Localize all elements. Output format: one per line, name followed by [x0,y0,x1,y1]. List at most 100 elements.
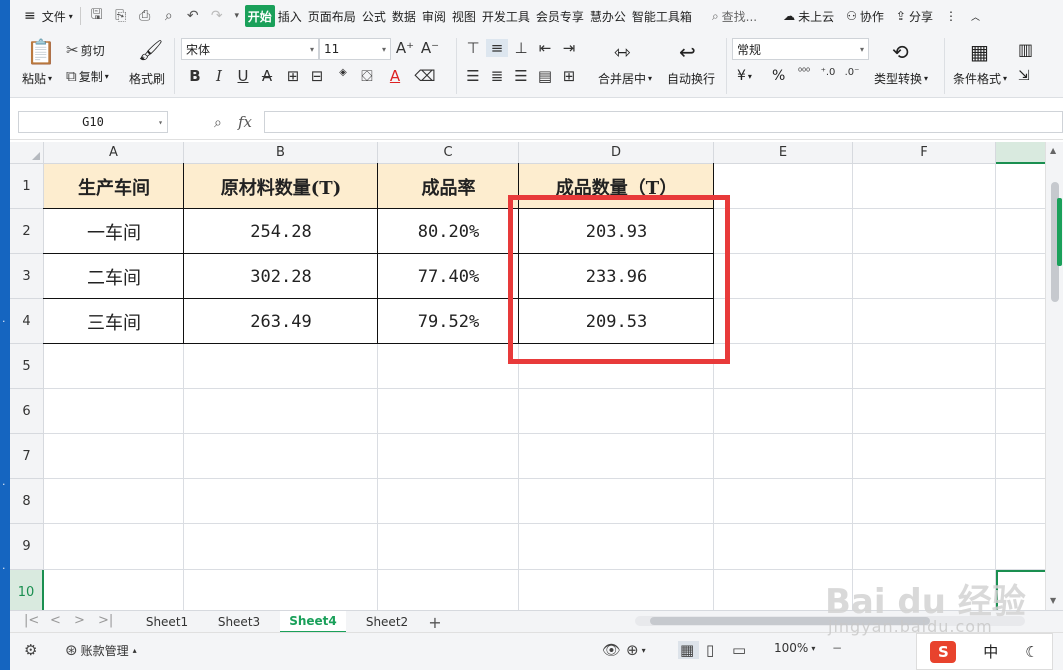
underline-icon[interactable]: U [232,67,254,85]
moon-icon[interactable]: ☾ [1025,643,1038,661]
column-header-f[interactable]: F [853,142,996,164]
share-button[interactable]: ⇪ 分享 [893,0,936,32]
eye-protect-icon[interactable]: 👁 [602,641,624,659]
clear-format-icon[interactable]: ⌫ [414,67,436,85]
borders-icon[interactable]: ⊞ [282,67,304,85]
scroll-thumb[interactable] [650,617,930,625]
table-cell[interactable]: 203.93 [519,209,714,254]
sheet-tab-active[interactable]: Sheet4 [280,611,346,633]
italic-icon[interactable]: I [208,67,230,85]
wrap-text-button[interactable]: 自动换行 [667,70,715,87]
decrease-font-icon[interactable]: A⁻ [419,39,441,57]
column-header-c[interactable]: C [378,142,519,164]
zoom-out-icon[interactable]: − [832,641,842,655]
print-preview-icon[interactable]: ⌕ [157,0,181,32]
font-name-select[interactable]: 宋体 ▾ [181,38,319,60]
font-color-icon[interactable]: A [384,67,406,85]
align-right-icon[interactable]: ☰ [510,67,532,85]
more-icon[interactable]: ⋮ [942,0,960,32]
cut-button[interactable]: ✂ 剪切 [66,41,105,59]
table-header-cell[interactable]: 生产车间 [44,164,184,209]
scroll-up-icon[interactable]: ▲ [1050,146,1056,155]
tab-formulas[interactable]: 公式 [359,0,389,32]
justify-icon[interactable]: ▤ [534,67,556,85]
column-header-a[interactable]: A [44,142,184,164]
increase-font-icon[interactable]: A⁺ [394,39,416,57]
decrease-indent-icon[interactable]: ⇤ [534,39,556,57]
paste-button[interactable]: 粘贴 ▾ [22,70,52,87]
tab-view[interactable]: 视图 [449,0,479,32]
table-cell[interactable]: 二车间 [44,254,184,299]
table-cell[interactable]: 77.40% [378,254,519,299]
sheet-tab[interactable]: Sheet2 [354,611,420,633]
name-box[interactable]: G10 ▾ [18,111,168,133]
table-cell[interactable]: 302.28 [184,254,378,299]
row-header-2[interactable]: 2 [10,209,44,254]
focus-mode-button[interactable]: ⊕ ▾ [626,641,646,659]
number-format-select[interactable]: 常规 ▾ [732,38,869,60]
column-header-b[interactable]: B [184,142,378,164]
cond-format-icon[interactable]: ▦ [970,40,989,64]
cell-format-icon[interactable]: ⇲ [1018,68,1030,84]
decrease-decimal-icon[interactable]: .0⁻ [841,67,863,78]
tab-huibangong[interactable]: 慧办公 [587,0,629,32]
account-manage-button[interactable]: ⊛ 账款管理 ▴ [65,641,137,659]
align-top-icon[interactable]: ⊤ [462,39,484,57]
file-menu[interactable]: 文件 ▾ [39,0,76,32]
fill-color-icon[interactable]: ⛋ [356,67,378,85]
strikethrough-icon[interactable]: A [256,67,278,85]
table-header-cell[interactable]: 成品率 [378,164,519,209]
tab-data[interactable]: 数据 [389,0,419,32]
tab-home[interactable]: 开始 [244,5,275,27]
row-header-3[interactable]: 3 [10,254,44,299]
table-header-cell[interactable]: 原材料数量(T) [184,164,378,209]
align-center-icon[interactable]: ≣ [486,67,508,85]
row-header-5[interactable]: 5 [10,344,44,389]
increase-decimal-icon[interactable]: ⁺.0 [817,67,839,78]
row-header-1[interactable]: 1 [10,164,44,209]
row-header-4[interactable]: 4 [10,299,44,344]
sheet-tab[interactable]: Sheet3 [206,611,272,633]
currency-button[interactable]: ¥ ▾ [737,68,752,84]
first-sheet-icon[interactable]: |< [24,613,39,628]
table-header-cell[interactable]: 成品数量（T） [519,164,714,209]
cloud-status[interactable]: ☁ 未上云 [780,0,837,32]
zoom-select[interactable]: 100% ▾ [774,641,815,655]
table-cell[interactable]: 263.49 [184,299,378,344]
font-size-select[interactable]: 11 ▾ [319,38,391,60]
format-painter-button[interactable]: 格式刷 [129,70,165,87]
select-all-corner[interactable] [10,142,44,164]
wrap-text-icon[interactable]: ↩ [679,40,696,64]
cond-format-button[interactable]: 条件格式 ▾ [953,70,1007,87]
tab-smart-toolbox[interactable]: 智能工具箱 [629,0,695,32]
table-cell[interactable]: 80.20% [378,209,519,254]
horizontal-scrollbar[interactable] [635,616,1025,626]
distributed-icon[interactable]: ⊞ [558,67,580,85]
thousands-icon[interactable]: ⁰⁰⁰ [793,67,815,78]
tab-insert[interactable]: 插入 [275,0,305,32]
sheet-grid[interactable]: ABCDEF 1 2 3 4 5 6 7 8 9 10 生产车间 原材料数量(T) 成品率 成品数量（T… [10,142,1055,610]
table-cell[interactable]: 一车间 [44,209,184,254]
more-font-icon[interactable]: ◈ [332,67,354,78]
zoom-search-icon[interactable]: ⌕ [214,115,222,131]
collapse-ribbon-icon[interactable]: ︿ [968,0,983,32]
table-cell[interactable]: 233.96 [519,254,714,299]
tab-review[interactable]: 审阅 [419,0,449,32]
table-cell[interactable]: 209.53 [519,299,714,344]
paste-icon[interactable]: 📋 [26,38,56,66]
row-header-9[interactable]: 9 [10,524,44,570]
page-break-view-icon[interactable]: ▯ [706,641,717,659]
customize-toolbar-icon[interactable]: ▾ [229,0,245,32]
macro-icon[interactable]: ⚙ [24,641,40,659]
column-header-d[interactable]: D [519,142,714,164]
fx-icon[interactable]: fx [238,113,252,131]
search-box[interactable]: ⌕ 查找... [709,0,760,32]
next-sheet-icon[interactable]: > [74,613,85,628]
scroll-down-icon[interactable]: ▼ [1050,596,1056,605]
prev-sheet-icon[interactable]: < [50,613,61,628]
row-header-7[interactable]: 7 [10,434,44,479]
type-convert-button[interactable]: 类型转换 ▾ [874,70,928,87]
align-middle-icon[interactable]: ≡ [486,39,508,57]
align-bottom-icon[interactable]: ⊥ [510,39,532,57]
merge-center-button[interactable]: 合并居中 ▾ [598,70,652,87]
